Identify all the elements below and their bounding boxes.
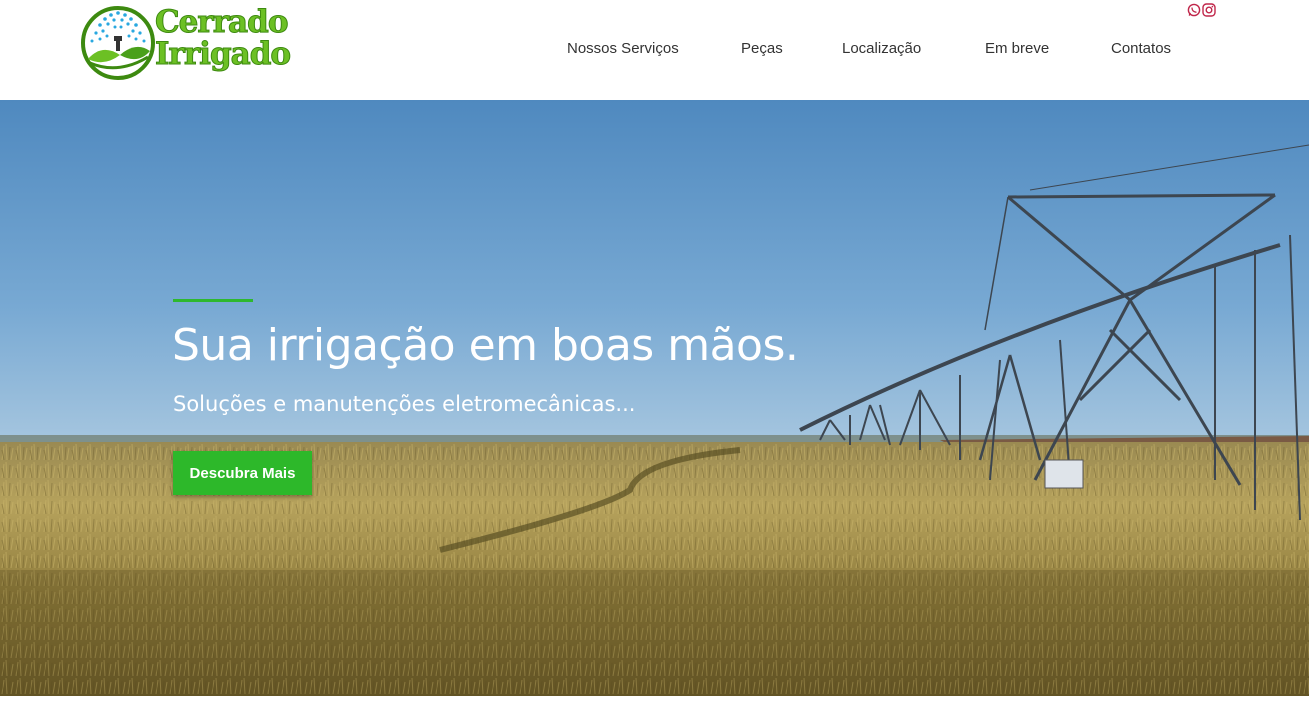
hero-subtitle: Soluções e manutenções eletromecânicas..… <box>173 392 636 416</box>
logo-emblem-icon <box>81 6 155 80</box>
descubra-mais-button[interactable]: Descubra Mais <box>173 451 312 495</box>
nav-item-contatos[interactable]: Contatos <box>1111 40 1171 60</box>
nav-item-nossos-servicos[interactable]: Nossos Serviços <box>567 40 679 60</box>
logo[interactable]: Cerrado Irrigado <box>80 3 295 83</box>
logo-text-line2: Irrigado <box>154 36 291 72</box>
site-header: Cerrado Irrigado Nossos Serviços Peças L… <box>0 0 1309 100</box>
page-bottom-strip <box>0 696 1309 713</box>
instagram-icon[interactable] <box>1202 3 1216 17</box>
hero-title: Sua irrigação em boas mãos. <box>172 320 799 371</box>
hero-accent-line <box>173 299 253 302</box>
nav-item-pecas[interactable]: Peças <box>741 40 783 60</box>
nav-item-em-breve[interactable]: Em breve <box>985 40 1049 60</box>
whatsapp-icon[interactable] <box>1187 3 1201 17</box>
nav-item-localizacao[interactable]: Localização <box>842 40 921 60</box>
logo-text-line1: Cerrado <box>155 4 289 40</box>
